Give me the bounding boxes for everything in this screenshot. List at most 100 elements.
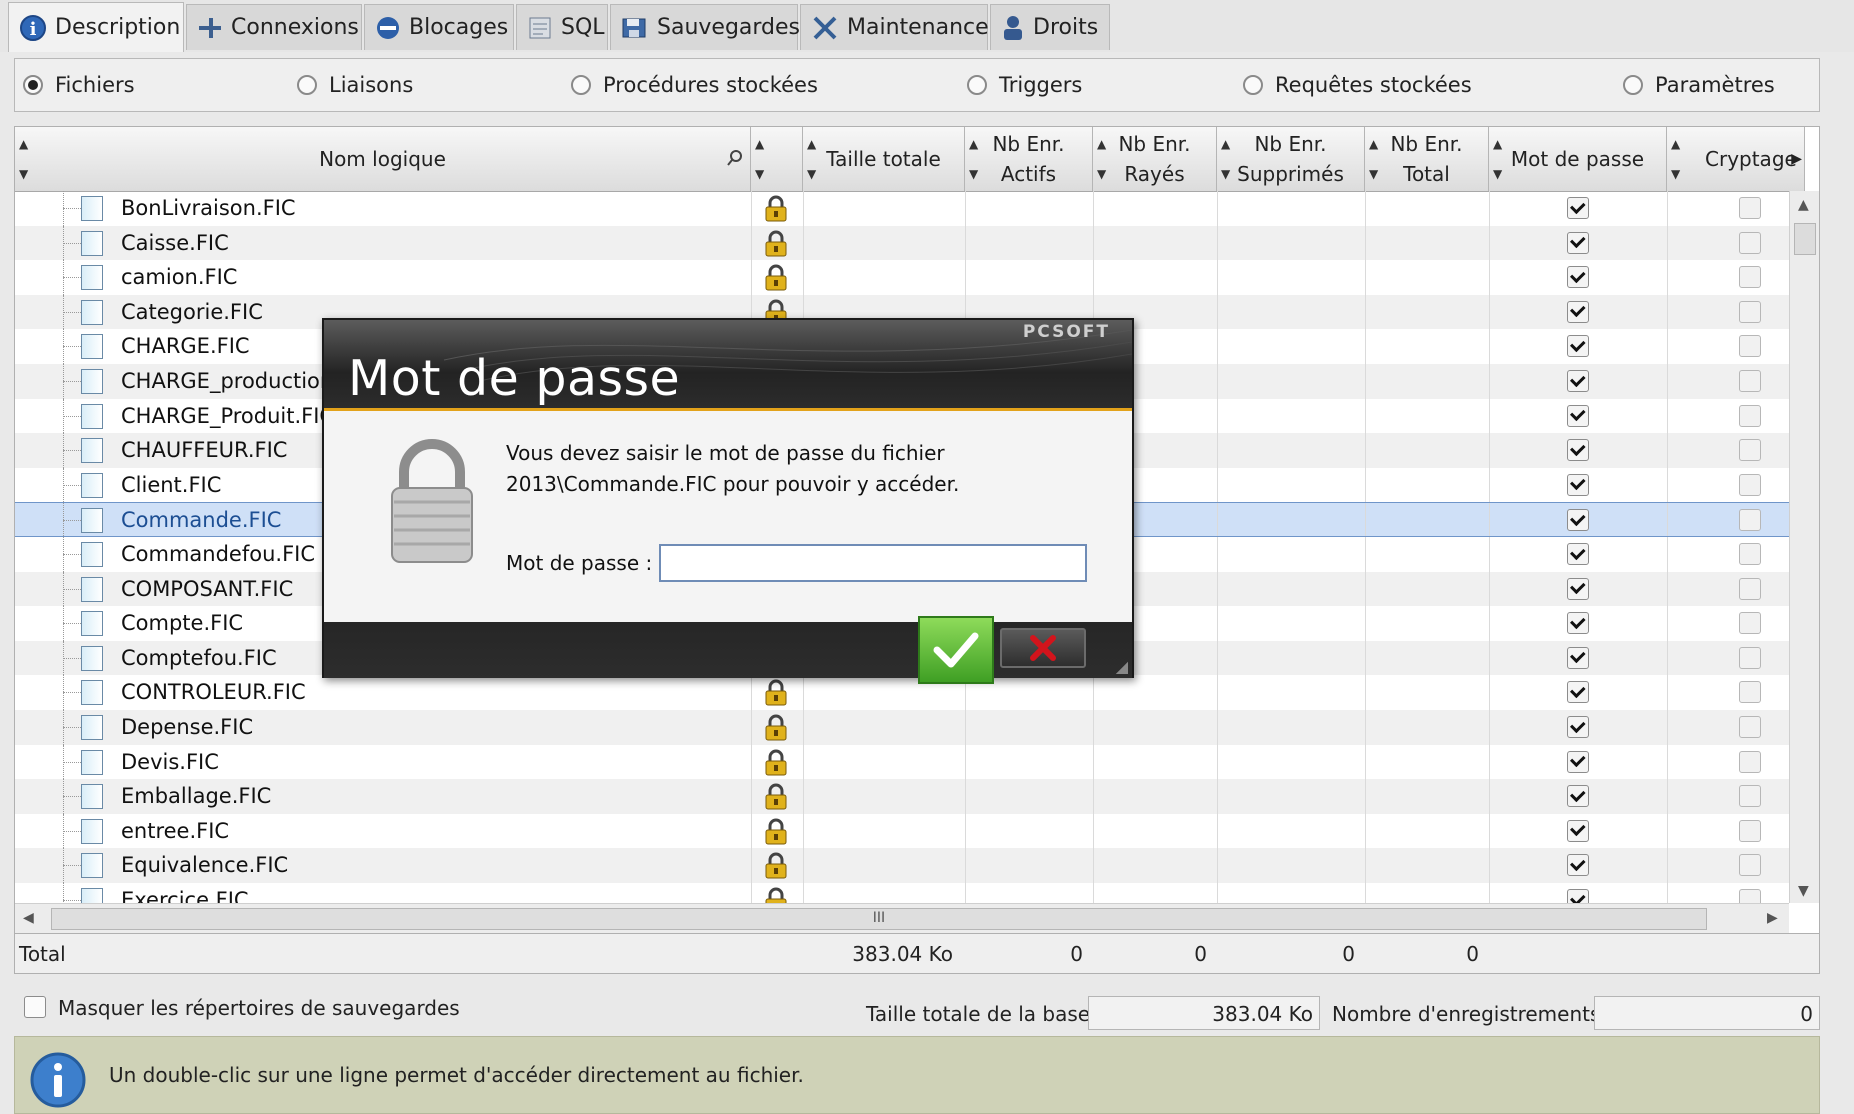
encryption-checkbox[interactable] xyxy=(1739,854,1761,877)
password-checkbox[interactable] xyxy=(1567,716,1589,738)
password-checkbox[interactable] xyxy=(1567,785,1589,808)
encryption-checkbox[interactable] xyxy=(1739,266,1761,289)
cancel-button[interactable] xyxy=(1000,628,1086,668)
radio-dot[interactable] xyxy=(967,75,987,95)
password-checkbox[interactable] xyxy=(1567,854,1589,877)
encryption-checkbox[interactable] xyxy=(1739,404,1761,427)
table-row[interactable]: entree.FIC xyxy=(15,813,1789,849)
password-checkbox[interactable] xyxy=(1567,577,1589,600)
radio-liaisons[interactable]: Liaisons xyxy=(297,73,413,97)
encryption-checkbox[interactable] xyxy=(1739,750,1761,773)
sort-icon[interactable]: ▲ ▼ xyxy=(1221,129,1230,189)
tab-connexions[interactable]: Connexions xyxy=(186,4,362,50)
radio-dot[interactable] xyxy=(571,75,591,95)
scroll-thumb[interactable] xyxy=(1794,223,1816,255)
password-checkbox[interactable] xyxy=(1567,681,1589,704)
radio-fichiers[interactable]: Fichiers xyxy=(23,73,135,97)
resize-grip-icon[interactable]: ◢ xyxy=(1116,657,1128,676)
encryption-checkbox[interactable] xyxy=(1739,819,1761,842)
search-icon[interactable] xyxy=(726,149,744,167)
password-checkbox[interactable] xyxy=(1567,819,1589,842)
password-checkbox[interactable] xyxy=(1567,404,1589,427)
encryption-checkbox[interactable] xyxy=(1739,785,1761,808)
password-checkbox[interactable] xyxy=(1567,750,1589,773)
radio-dot[interactable] xyxy=(1623,75,1643,95)
column-header-name[interactable]: ▲ ▼ Nom logique xyxy=(15,127,751,191)
password-checkbox[interactable] xyxy=(1567,439,1589,462)
radio-dot[interactable] xyxy=(1243,75,1263,95)
tab-maintenance[interactable]: Maintenance xyxy=(800,4,989,50)
radio-parametres[interactable]: Paramètres xyxy=(1623,73,1775,97)
column-header-deleted[interactable]: ▲ ▼ Nb Enr. Rayés xyxy=(1093,127,1217,191)
table-row[interactable]: Depense.FIC xyxy=(15,710,1789,745)
column-header-total[interactable]: ▲ ▼ Nb Enr. Total xyxy=(1365,127,1489,191)
tab-description[interactable]: i Description xyxy=(8,2,184,52)
sort-icon[interactable]: ▲ ▼ xyxy=(1097,129,1106,189)
encryption-checkbox[interactable] xyxy=(1739,439,1761,462)
table-row[interactable]: CONTROLEUR.FIC xyxy=(15,675,1789,710)
scroll-right-icon[interactable]: ▶ xyxy=(1791,144,1802,174)
sort-icon[interactable]: ▲ ▼ xyxy=(969,129,978,189)
radio-dot[interactable] xyxy=(23,75,43,95)
radio-procedures[interactable]: Procédures stockées xyxy=(571,73,818,97)
sort-icon[interactable]: ▲ ▼ xyxy=(1493,129,1502,189)
password-checkbox[interactable] xyxy=(1567,335,1589,358)
vertical-scrollbar[interactable]: ▲ ▼ xyxy=(1789,191,1819,903)
tab-sauvegardes[interactable]: Sauvegardes xyxy=(610,4,800,50)
tab-blocages[interactable]: Blocages xyxy=(364,4,514,50)
password-checkbox[interactable] xyxy=(1567,612,1589,635)
encryption-checkbox[interactable] xyxy=(1739,231,1761,254)
table-row[interactable]: Caisse.FIC xyxy=(15,225,1789,261)
column-header-lock[interactable]: ▲ ▼ xyxy=(751,127,803,191)
column-header-encryption[interactable]: ▲ ▼ Cryptage ▶ xyxy=(1667,127,1805,191)
scroll-right-icon[interactable]: ▶ xyxy=(1767,910,1778,926)
password-checkbox[interactable] xyxy=(1567,197,1589,219)
password-checkbox[interactable] xyxy=(1567,473,1589,496)
encryption-checkbox[interactable] xyxy=(1739,889,1761,903)
sort-icon[interactable]: ▲ ▼ xyxy=(807,129,816,189)
encryption-checkbox[interactable] xyxy=(1739,681,1761,704)
encryption-checkbox[interactable] xyxy=(1739,612,1761,635)
encryption-checkbox[interactable] xyxy=(1739,543,1761,565)
scroll-left-icon[interactable]: ◀ xyxy=(23,910,34,926)
sort-icon[interactable]: ▲ ▼ xyxy=(19,129,28,189)
password-checkbox[interactable] xyxy=(1567,370,1589,392)
sort-icon[interactable]: ▲ ▼ xyxy=(1369,129,1378,189)
sort-icon[interactable]: ▲ ▼ xyxy=(1671,129,1680,189)
scroll-up-icon[interactable]: ▲ xyxy=(1798,197,1809,213)
radio-requetes[interactable]: Requêtes stockées xyxy=(1243,73,1472,97)
column-header-removed[interactable]: ▲ ▼ Nb Enr. Supprimés xyxy=(1217,127,1365,191)
column-header-size[interactable]: ▲ ▼ Taille totale xyxy=(803,127,965,191)
hide-backups-checkbox[interactable] xyxy=(24,996,46,1018)
password-checkbox[interactable] xyxy=(1567,889,1589,903)
encryption-checkbox[interactable] xyxy=(1739,473,1761,496)
radio-triggers[interactable]: Triggers xyxy=(967,73,1082,97)
ok-button[interactable] xyxy=(918,616,994,684)
column-header-password[interactable]: ▲ ▼ Mot de passe xyxy=(1489,127,1667,191)
table-row[interactable]: Emballage.FIC xyxy=(15,779,1789,814)
encryption-checkbox[interactable] xyxy=(1739,335,1761,358)
password-checkbox[interactable] xyxy=(1567,300,1589,323)
password-checkbox[interactable] xyxy=(1567,646,1589,669)
table-row[interactable]: Devis.FIC xyxy=(15,744,1789,780)
password-input[interactable] xyxy=(659,544,1087,582)
encryption-checkbox[interactable] xyxy=(1739,509,1761,532)
table-row[interactable]: Exercice.FIC xyxy=(15,883,1789,903)
scroll-thumb[interactable]: III xyxy=(51,908,1707,930)
tab-sql[interactable]: SQL xyxy=(516,4,608,50)
table-row[interactable]: BonLivraison.FIC xyxy=(15,191,1789,226)
password-checkbox[interactable] xyxy=(1567,543,1589,565)
password-checkbox[interactable] xyxy=(1567,231,1589,254)
password-checkbox[interactable] xyxy=(1567,266,1589,289)
password-checkbox[interactable] xyxy=(1567,509,1589,532)
sort-icon[interactable]: ▲ ▼ xyxy=(755,129,764,189)
table-row[interactable]: Equivalence.FIC xyxy=(15,848,1789,883)
column-header-active[interactable]: ▲ ▼ Nb Enr. Actifs xyxy=(965,127,1093,191)
radio-dot[interactable] xyxy=(297,75,317,95)
encryption-checkbox[interactable] xyxy=(1739,577,1761,600)
encryption-checkbox[interactable] xyxy=(1739,197,1761,219)
encryption-checkbox[interactable] xyxy=(1739,370,1761,392)
encryption-checkbox[interactable] xyxy=(1739,300,1761,323)
horizontal-scrollbar[interactable]: ◀ III ▶ xyxy=(15,903,1789,934)
scroll-down-icon[interactable]: ▼ xyxy=(1798,883,1809,899)
